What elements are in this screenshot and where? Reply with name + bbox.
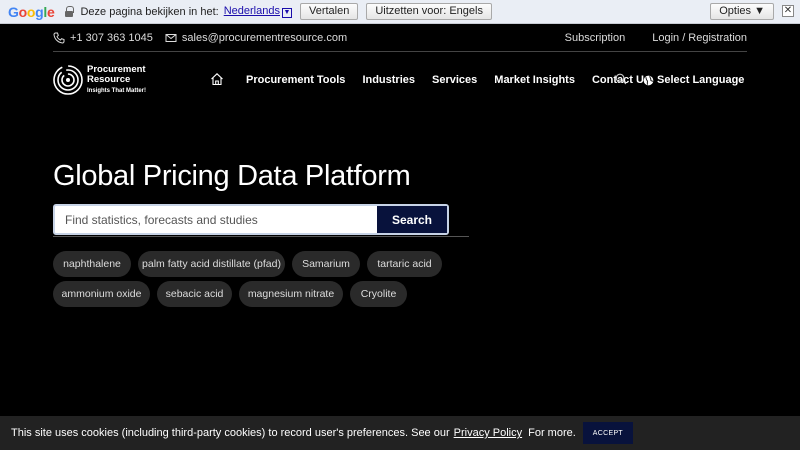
home-icon[interactable] — [210, 72, 224, 86]
site-logo[interactable]: Procurement Resource Insights That Matte… — [53, 63, 147, 96]
chip-ammonium-oxide[interactable]: ammonium oxide — [53, 281, 150, 307]
logo-line2: Resource — [87, 73, 131, 85]
chip-tartaric-acid[interactable]: tartaric acid — [367, 251, 442, 277]
accept-cookies-button[interactable]: ACCEPT — [582, 422, 633, 444]
translate-prompt: Deze pagina bekijken in het: — [80, 5, 219, 18]
select-language[interactable]: Select Language — [643, 60, 744, 100]
page-title: Global Pricing Data Platform — [53, 160, 411, 192]
search-icon[interactable] — [615, 73, 627, 85]
options-button[interactable]: Opties ▼ — [710, 3, 774, 20]
main-nav: Procurement Resource Insights That Matte… — [53, 60, 747, 100]
logo-rings-icon — [53, 65, 83, 95]
login-link[interactable]: Login / Registration — [652, 32, 747, 44]
logo-line1: Procurement — [87, 63, 146, 75]
turn-off-translate-button[interactable]: Uitzetten voor: Engels — [366, 3, 492, 20]
nav-item-procurement-tools[interactable]: Procurement Tools — [246, 74, 345, 86]
chip-cryolite[interactable]: Cryolite — [350, 281, 407, 307]
phone-number: +1 307 363 1045 — [70, 31, 153, 44]
search-input[interactable] — [55, 206, 377, 233]
chip-samarium[interactable]: Samarium — [292, 251, 360, 277]
cookie-text: This site uses cookies (including third-… — [11, 427, 450, 439]
mail-icon — [165, 33, 177, 42]
chip-palm-fatty-acid[interactable]: palm fatty acid distillate (pfad) — [138, 251, 285, 277]
email-link[interactable]: sales@procurementresource.com — [165, 32, 347, 44]
subscription-link[interactable]: Subscription — [565, 32, 626, 44]
logo-tagline: Insights That Matter! — [87, 87, 147, 94]
language-select[interactable]: Nederlands ▼ — [224, 5, 292, 18]
search-button[interactable]: Search — [377, 206, 447, 233]
translate-bar: Google Deze pagina bekijken in het: Nede… — [0, 0, 800, 24]
close-icon[interactable]: ✕ — [782, 5, 794, 17]
contact-bar: +1 307 363 1045 sales@procurementresourc… — [53, 24, 747, 52]
chevron-down-icon: ▼ — [281, 8, 292, 18]
nav-item-market-insights[interactable]: Market Insights — [494, 74, 575, 86]
chip-naphthalene[interactable]: naphthalene — [53, 251, 131, 277]
chip-magnesium-nitrate[interactable]: magnesium nitrate — [239, 281, 343, 307]
globe-icon — [643, 75, 654, 85]
cookie-banner: This site uses cookies (including third-… — [0, 416, 800, 450]
divider — [53, 236, 469, 237]
phone-link[interactable]: +1 307 363 1045 — [53, 32, 153, 44]
privacy-policy-link[interactable]: Privacy Policy — [454, 427, 522, 439]
chip-sebacic-acid[interactable]: sebacic acid — [157, 281, 232, 307]
nav-item-industries[interactable]: Industries — [362, 74, 415, 86]
email-address: sales@procurementresource.com — [181, 31, 348, 44]
select-language-label: Select Language — [657, 74, 745, 86]
phone-icon — [53, 32, 65, 44]
nav-item-services[interactable]: Services — [432, 74, 477, 86]
cookie-tail: For more. — [528, 427, 576, 439]
google-logo: Google — [8, 3, 55, 20]
translate-button[interactable]: Vertalen — [299, 3, 359, 20]
lock-icon — [64, 6, 75, 17]
search-bar: Search — [53, 204, 449, 235]
nav-menu: Procurement Tools Industries Services Ma… — [246, 60, 667, 100]
